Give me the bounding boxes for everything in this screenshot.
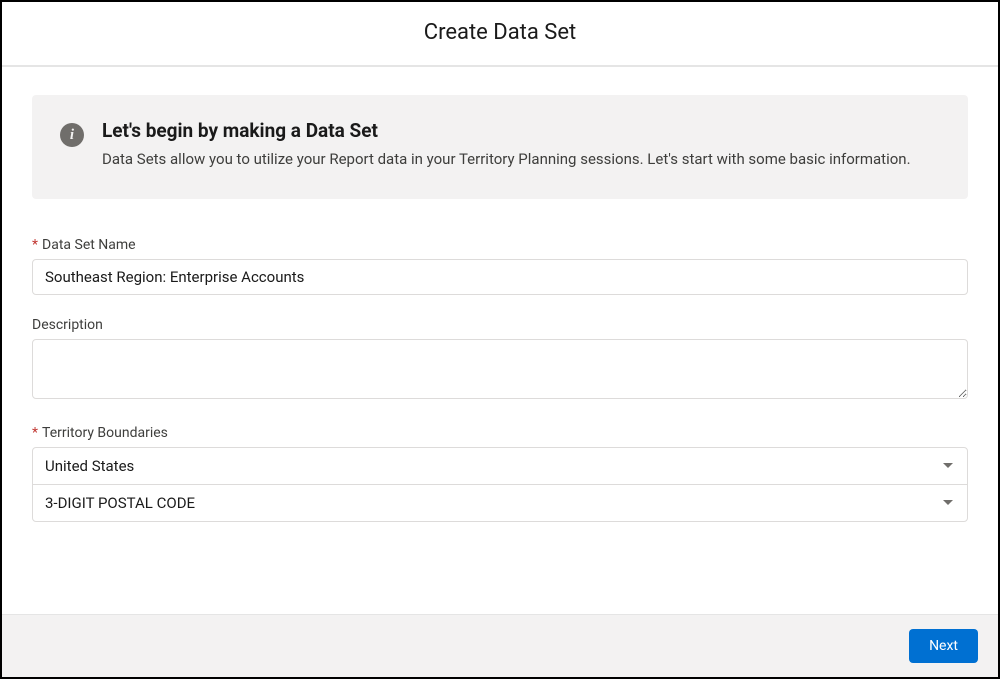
info-banner: i Let's begin by making a Data Set Data … (32, 95, 968, 199)
dataset-name-input[interactable] (32, 259, 968, 295)
info-icon: i (60, 123, 84, 147)
description-label: Description (32, 317, 968, 333)
modal-footer: Next (2, 614, 998, 677)
dataset-name-label: *Data Set Name (32, 237, 968, 253)
territory-boundaries-group: *Territory Boundaries United States 3-DI… (32, 425, 968, 522)
territory-boundaries-label: *Territory Boundaries (32, 425, 968, 441)
info-heading: Let's begin by making a Data Set (102, 119, 911, 142)
modal-body: i Let's begin by making a Data Set Data … (2, 67, 998, 614)
dataset-name-group: *Data Set Name (32, 237, 968, 295)
info-content: Let's begin by making a Data Set Data Se… (102, 119, 911, 171)
territory-boundaries-label-text: Territory Boundaries (42, 425, 168, 441)
territory-country-select[interactable]: United States (32, 447, 968, 485)
description-textarea[interactable] (32, 339, 968, 399)
dataset-name-label-text: Data Set Name (42, 237, 136, 253)
next-button[interactable]: Next (909, 629, 978, 663)
info-text: Data Sets allow you to utilize your Repo… (102, 148, 911, 171)
required-marker: * (32, 237, 38, 253)
create-dataset-modal: Create Data Set i Let's begin by making … (0, 0, 1000, 679)
territory-granularity-select[interactable]: 3-DIGIT POSTAL CODE (32, 484, 968, 522)
territory-granularity-select-wrap: 3-DIGIT POSTAL CODE (32, 484, 968, 522)
required-marker: * (32, 425, 38, 441)
description-group: Description (32, 317, 968, 403)
modal-header: Create Data Set (2, 2, 998, 67)
modal-title: Create Data Set (2, 20, 998, 45)
territory-country-select-wrap: United States (32, 447, 968, 485)
